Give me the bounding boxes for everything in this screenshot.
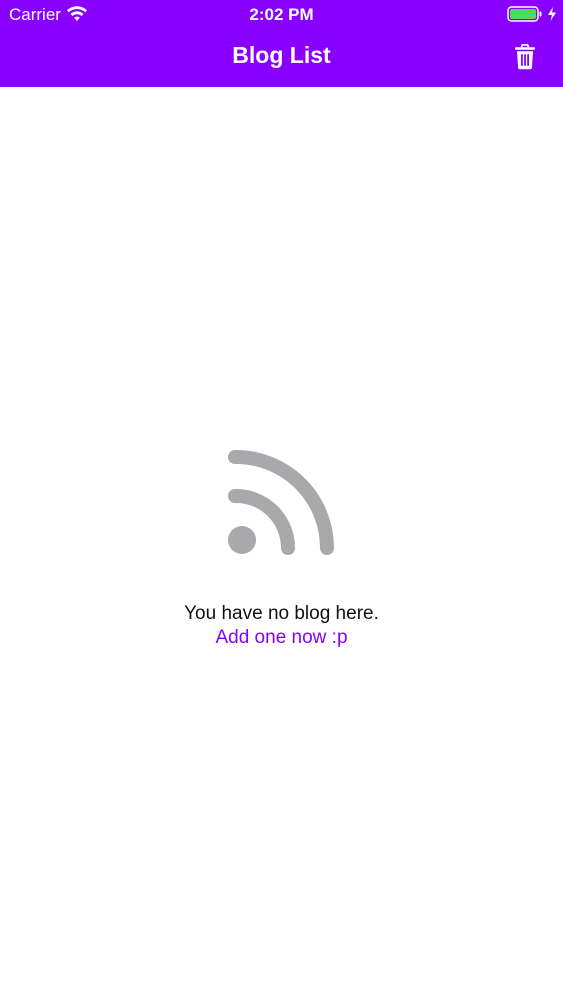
bolt-icon	[547, 5, 557, 23]
empty-state: You have no blog here. Add one now :p	[0, 446, 563, 649]
add-blog-link[interactable]: Add one now :p	[215, 627, 347, 649]
empty-message: You have no blog here.	[184, 603, 379, 624]
status-bar: Carrier 2:02 PM	[0, 0, 563, 30]
rss-icon	[227, 449, 334, 555]
trash-icon	[515, 44, 535, 70]
delete-all-button[interactable]	[507, 40, 543, 74]
battery-full-icon	[507, 5, 543, 23]
status-time: 2:02 PM	[249, 5, 314, 24]
navigation-header: Carrier 2:02 PM Blog List	[0, 0, 563, 87]
page-title: Blog List	[232, 42, 331, 68]
